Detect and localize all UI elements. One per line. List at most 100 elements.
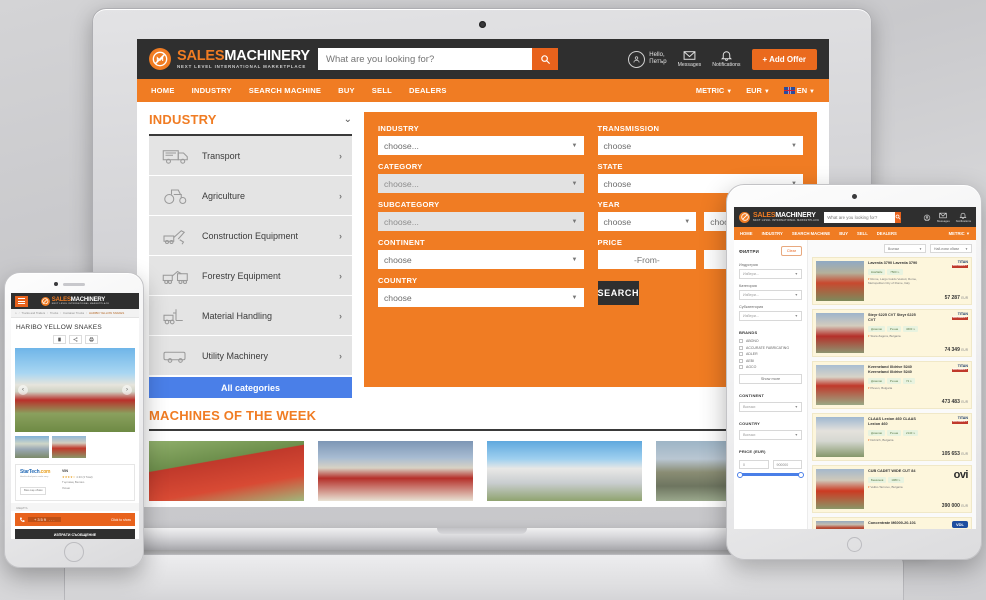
tablet-notifications-button[interactable]: Notifications (956, 212, 971, 223)
nav-item-sell[interactable]: SELL (372, 86, 392, 95)
tablet-brand-checkbox[interactable]: AGCO (739, 365, 802, 369)
price-slider-min-handle[interactable] (737, 471, 743, 478)
menu-hamburger-icon[interactable] (15, 295, 28, 307)
machine-card[interactable] (318, 441, 473, 501)
listing-brand-sub: MACHINERY (951, 264, 968, 268)
price-slider-max-handle[interactable] (798, 471, 804, 478)
machine-card[interactable] (487, 441, 642, 501)
gallery-thumbnail[interactable] (15, 436, 49, 458)
tablet-brand-checkbox[interactable]: ADLER (739, 352, 802, 356)
listing-row[interactable]: Concentrate M6000-20-101 VDL (812, 517, 972, 529)
phone-hero-image[interactable]: ‹ › (15, 348, 135, 432)
notifications-button[interactable]: Notifications (712, 50, 741, 68)
home-icon[interactable]: ⌂ (15, 311, 17, 315)
listing-meta: VDL (924, 521, 968, 529)
sidebar-item-utility-machinery[interactable]: Utility Machinery › (149, 336, 352, 376)
add-offer-button[interactable]: + Add Offer (751, 48, 817, 70)
tablet-filter-continent-select[interactable]: Всички ▼ (739, 402, 802, 412)
nav-item-home[interactable]: HOME (151, 86, 175, 95)
listing-row[interactable]: Kverneland IXdrive 5240 Kverneland IXdri… (812, 361, 972, 409)
tablet-home-button[interactable] (846, 537, 862, 552)
language-selector[interactable]: EN ▼ (783, 86, 815, 95)
tablet-logo[interactable]: SALESMACHINERY NEXT LEVEL INTERNATIONAL … (739, 211, 819, 223)
tablet-price-slider[interactable]: 0 900000 (737, 460, 804, 478)
tablet-units-selector[interactable]: METRIC ▼ (949, 231, 970, 236)
print-icon[interactable] (84, 335, 98, 344)
tablet-nav-dealers[interactable]: DEALERS (877, 231, 897, 236)
tablet-brand-checkbox[interactable]: ACCURATE FABRICATING (739, 345, 802, 350)
sidebar-item-agriculture[interactable]: Agriculture › (149, 176, 352, 216)
site-logo[interactable]: SALESMACHINERY NEXT LEVEL INTERNATIONAL … (149, 48, 312, 70)
filter-search-button[interactable]: SEARCH (597, 281, 640, 305)
filter-continent-select[interactable]: choose ▼ (378, 250, 584, 269)
filter-country-select[interactable]: choose ▼ (378, 288, 584, 307)
filter-subcategory-select[interactable]: choose... ▼ (378, 212, 584, 231)
tablet-nav-industry[interactable]: INDUSTRY (762, 231, 783, 236)
sidebar-item-material-handling[interactable]: Material Handling › (149, 296, 352, 336)
search-input[interactable] (318, 48, 532, 70)
tablet-nav-buy[interactable]: BUY (839, 231, 848, 236)
all-categories-button[interactable]: All categories (149, 377, 352, 398)
tablet-search-input[interactable] (824, 211, 896, 223)
nav-item-buy[interactable]: BUY (338, 86, 355, 95)
breadcrumb-item[interactable]: Trucks (50, 311, 58, 315)
seller-more-offers-button[interactable]: Виж още обяви (20, 486, 47, 495)
machines-of-the-week-list (149, 441, 817, 501)
currency-selector[interactable]: EUR ▼ (746, 86, 770, 95)
carousel-next-icon[interactable]: › (122, 385, 132, 395)
save-icon[interactable] (52, 335, 66, 344)
tablet-filter-industry-select[interactable]: Избери... ▼ (739, 269, 802, 279)
phone-home-button[interactable] (64, 542, 84, 562)
tablet-nav-home[interactable]: HOME (740, 231, 753, 236)
filter-price-from-input[interactable] (597, 250, 697, 269)
tablet-sort-filter-select[interactable]: Всички ▼ (884, 244, 926, 253)
filter-transmission-select[interactable]: choose ▼ (597, 136, 803, 155)
breadcrumb-item[interactable]: Container Trucks (63, 311, 84, 315)
send-message-button[interactable]: ИЗПРАТИ СЪОБЩЕНИЕ (15, 529, 135, 539)
tablet-brand-checkbox[interactable]: ABONO (739, 339, 802, 343)
header-search[interactable] (318, 48, 558, 70)
phone-number-button[interactable]: +359 ... Click to show (15, 513, 135, 526)
breadcrumb-item[interactable]: Trucks and Trailers (21, 311, 45, 315)
tablet-nav-sell[interactable]: SELL (857, 231, 868, 236)
units-selector[interactable]: METRIC ▼ (696, 86, 732, 95)
sidebar-item-transport[interactable]: Transport › (149, 136, 352, 176)
tablet-filter-category-select[interactable]: Избери... ▼ (739, 290, 802, 300)
machine-card[interactable] (149, 441, 304, 501)
sidebar-item-construction-equipment[interactable]: Construction Equipment › (149, 216, 352, 256)
gallery-thumbnail[interactable] (52, 436, 86, 458)
filter-industry-select[interactable]: choose... ▼ (378, 136, 584, 155)
listing-row[interactable]: CUB CADET WIDE CUT 84 Бензинов 1080 ч. ▾… (812, 465, 972, 513)
search-button[interactable] (532, 48, 558, 70)
tablet-filter-subcategory-select[interactable]: Избери... ▼ (739, 311, 802, 321)
tablet-price-min-input[interactable]: 0 (739, 460, 769, 469)
listing-row[interactable]: CLAAS Lexion 460 CLAAS Lexion 460 Дизело… (812, 413, 972, 461)
share-icon[interactable] (68, 335, 82, 344)
sidebar-item-forestry-equipment[interactable]: Forestry Equipment › (149, 256, 352, 296)
tablet-nav-search-machine[interactable]: SEARCH MACHINE (792, 231, 830, 236)
phone-logo[interactable]: SALESMACHINERY NEXT LEVEL INTERNATIONAL … (40, 296, 109, 306)
tablet-user-avatar[interactable] (923, 214, 931, 221)
nav-item-search-machine[interactable]: SEARCH MACHINE (249, 86, 321, 95)
tablet-search-button[interactable] (895, 211, 902, 223)
tablet-messages-button[interactable]: Messages (937, 212, 950, 223)
nav-item-dealers[interactable]: DEALERS (409, 86, 447, 95)
tablet-sort-order-select[interactable]: Най-нови обяви ▼ (930, 244, 972, 253)
tablet-filter-country-select[interactable]: Всички ▼ (739, 430, 802, 440)
tablet-price-max-input[interactable]: 900000 (772, 460, 802, 469)
filter-category-select[interactable]: choose... ▼ (378, 174, 584, 193)
user-account[interactable]: Hello, Петър (628, 50, 667, 68)
carousel-prev-icon[interactable]: ‹ (18, 385, 28, 395)
filter-country-value: choose (384, 292, 412, 303)
tablet-brand-checkbox[interactable]: AEBI (739, 358, 802, 363)
tablet-clear-filters-button[interactable]: Clear (780, 246, 802, 256)
tablet-search[interactable] (824, 211, 902, 223)
listing-row[interactable]: Steyr 6225 CVT Steyr 6225 CVT Дизелов Ръ… (812, 309, 972, 357)
listing-row[interactable]: Laverda 3790 Laverda 3790 Комбайн 7500 ч… (812, 257, 972, 305)
messages-button[interactable]: Messages (678, 50, 701, 68)
price-slider-track[interactable] (737, 471, 804, 478)
chevron-down-icon[interactable]: ⌄ (344, 114, 352, 125)
filter-year-from-select[interactable]: choose ▼ (597, 212, 697, 231)
tablet-show-more-button[interactable]: Show more (739, 374, 802, 384)
nav-item-industry[interactable]: INDUSTRY (192, 86, 232, 95)
